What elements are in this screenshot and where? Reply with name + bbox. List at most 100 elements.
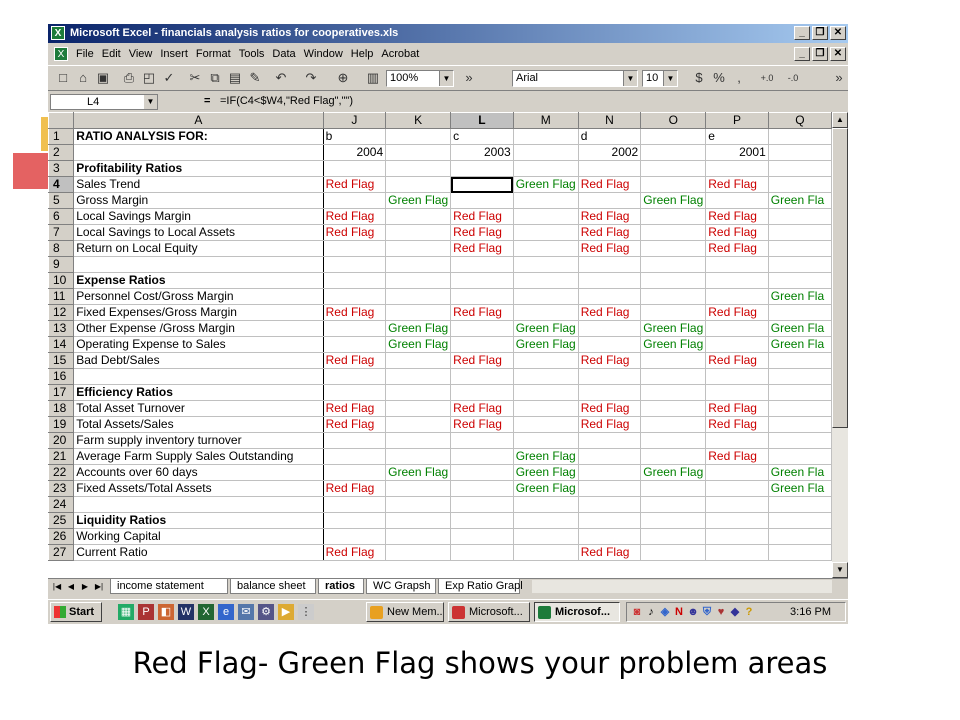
cell[interactable]: Red Flag xyxy=(705,240,769,257)
cell[interactable] xyxy=(577,192,642,209)
chevron-down-icon[interactable]: ▼ xyxy=(663,71,677,86)
cell[interactable] xyxy=(640,288,707,305)
cell[interactable] xyxy=(512,496,579,513)
cell[interactable] xyxy=(577,320,642,337)
cell[interactable] xyxy=(640,480,707,497)
copy-icon[interactable]: ⧉ xyxy=(206,69,224,87)
minimize-icon[interactable]: _ xyxy=(794,26,810,40)
cell[interactable] xyxy=(577,336,642,353)
cell[interactable] xyxy=(512,240,579,257)
column-header-j[interactable]: J xyxy=(322,112,387,129)
cell[interactable]: Red Flag xyxy=(705,176,769,193)
column-header-q[interactable]: Q xyxy=(767,112,832,129)
cell[interactable] xyxy=(450,272,514,289)
cell[interactable] xyxy=(322,512,387,529)
cell[interactable] xyxy=(322,432,387,449)
cell[interactable] xyxy=(577,288,642,305)
cell[interactable] xyxy=(450,336,514,353)
cell[interactable]: Red Flag xyxy=(577,352,642,369)
cell[interactable]: Green Flag xyxy=(512,320,579,337)
row-header[interactable]: 7 xyxy=(48,224,75,241)
column-header-k[interactable]: K xyxy=(385,112,452,129)
internet-explorer-icon[interactable]: e xyxy=(218,604,234,620)
cell[interactable]: Red Flag xyxy=(450,400,514,417)
decrease-decimal-icon[interactable]: -.0 xyxy=(784,69,802,87)
cell[interactable]: 2002 xyxy=(577,144,642,161)
cell[interactable] xyxy=(640,384,707,401)
cell[interactable] xyxy=(385,432,452,449)
cell[interactable]: Red Flag xyxy=(450,224,514,241)
cell[interactable] xyxy=(577,480,642,497)
last-sheet-icon[interactable]: ▶| xyxy=(92,580,106,593)
cell[interactable] xyxy=(385,304,452,321)
cell[interactable] xyxy=(577,496,642,513)
row-header[interactable]: 6 xyxy=(48,208,75,225)
cell[interactable]: Green Flag xyxy=(385,192,452,209)
first-sheet-icon[interactable]: |◀ xyxy=(50,580,64,593)
cell-label[interactable]: Operating Expense to Sales xyxy=(73,336,324,353)
row-header[interactable]: 15 xyxy=(48,352,75,369)
cell[interactable]: Red Flag xyxy=(322,176,387,193)
row-header[interactable]: 27 xyxy=(48,544,75,561)
font-size-select[interactable]: 10 ▼ xyxy=(642,70,678,87)
powerpoint-icon[interactable]: ◧ xyxy=(158,604,174,620)
cell-label[interactable]: Gross Margin xyxy=(73,192,324,209)
cell-label[interactable]: Other Expense /Gross Margin xyxy=(73,320,324,337)
cell-label[interactable]: Fixed Assets/Total Assets xyxy=(73,480,324,497)
cell[interactable]: Red Flag xyxy=(705,416,769,433)
cell[interactable]: Green Flag xyxy=(512,464,579,481)
menu-item-view[interactable]: View xyxy=(129,48,153,60)
spelling-icon[interactable]: ✓ xyxy=(160,69,178,87)
cell[interactable]: Red Flag xyxy=(450,208,514,225)
cell[interactable] xyxy=(767,272,832,289)
cell[interactable] xyxy=(450,160,514,177)
cell[interactable] xyxy=(385,528,452,545)
cell[interactable]: Red Flag xyxy=(705,352,769,369)
font-select[interactable]: Arial ▼ xyxy=(512,70,638,87)
cell[interactable] xyxy=(512,272,579,289)
cell[interactable] xyxy=(767,160,832,177)
cell[interactable] xyxy=(767,144,832,161)
cell[interactable]: Red Flag xyxy=(322,480,387,497)
menu-item-edit[interactable]: Edit xyxy=(102,48,121,60)
cell-label[interactable]: Average Farm Supply Sales Outstanding xyxy=(73,448,324,465)
cell-label[interactable] xyxy=(73,368,324,385)
cell[interactable]: Green Fla xyxy=(767,320,832,337)
row-header[interactable]: 19 xyxy=(48,416,75,433)
open-folder-icon[interactable]: ⌂ xyxy=(74,69,92,87)
cell[interactable] xyxy=(450,496,514,513)
cell[interactable] xyxy=(767,176,832,193)
cell[interactable] xyxy=(640,352,707,369)
cell[interactable] xyxy=(640,240,707,257)
select-all-corner[interactable] xyxy=(48,112,75,129)
zoom-select[interactable]: 100% ▼ xyxy=(386,70,454,87)
cell[interactable]: Red Flag xyxy=(450,352,514,369)
cell[interactable]: 2001 xyxy=(705,144,769,161)
cell[interactable] xyxy=(577,448,642,465)
row-header[interactable]: 1 xyxy=(48,128,75,145)
network-tray-icon[interactable]: ◈ xyxy=(659,606,671,618)
cell[interactable] xyxy=(640,528,707,545)
cell[interactable] xyxy=(640,304,707,321)
row-header[interactable]: 12 xyxy=(48,304,75,321)
cell[interactable] xyxy=(450,384,514,401)
more-buttons-icon[interactable]: » xyxy=(460,69,478,87)
cell[interactable] xyxy=(705,272,769,289)
column-header-n[interactable]: N xyxy=(577,112,642,129)
cell[interactable] xyxy=(322,464,387,481)
cell[interactable] xyxy=(322,160,387,177)
menu-item-format[interactable]: Format xyxy=(196,48,231,60)
cell[interactable]: Red Flag xyxy=(322,224,387,241)
cell[interactable] xyxy=(512,304,579,321)
cell-label[interactable] xyxy=(73,144,324,161)
row-header[interactable]: 26 xyxy=(48,528,75,545)
cell[interactable] xyxy=(767,256,832,273)
row-header[interactable]: 11 xyxy=(48,288,75,305)
cell[interactable]: d xyxy=(577,128,642,145)
cell[interactable] xyxy=(640,368,707,385)
row-header[interactable]: 9 xyxy=(48,256,75,273)
cell[interactable]: Green Flag xyxy=(512,480,579,497)
cell[interactable] xyxy=(640,256,707,273)
cell[interactable] xyxy=(640,400,707,417)
cell-label[interactable]: Local Savings to Local Assets xyxy=(73,224,324,241)
